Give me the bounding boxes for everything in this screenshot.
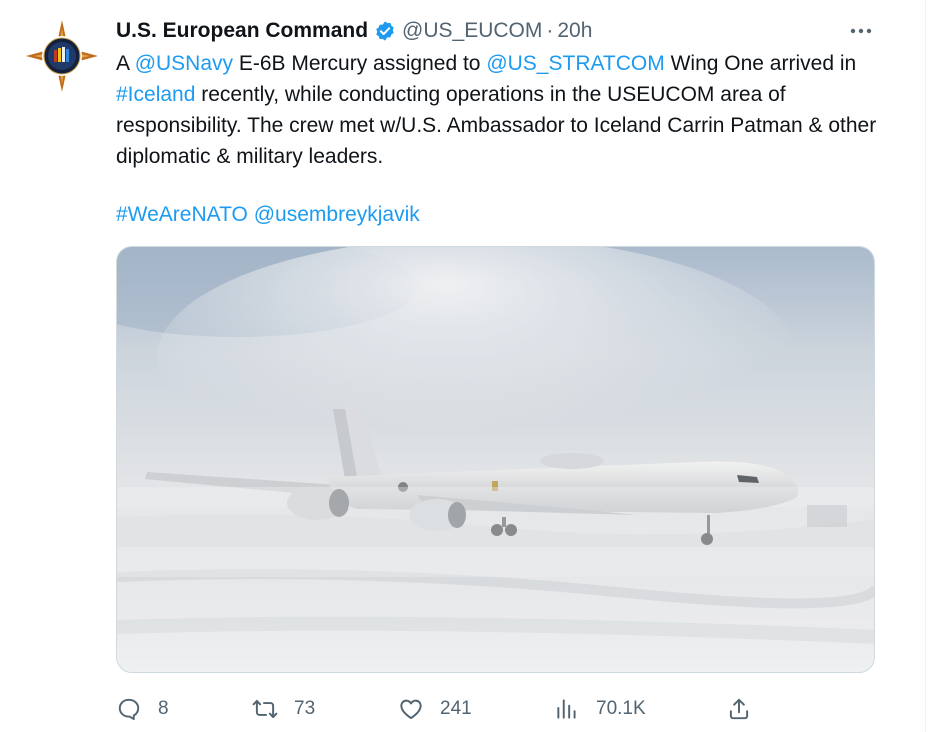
like-button[interactable]: 241 [398, 690, 472, 728]
timeline-divider [925, 0, 926, 732]
text-part: recently, while conducting operations in… [116, 83, 877, 168]
retweet-icon [252, 699, 278, 719]
text-part: E-6B Mercury assigned to [233, 52, 487, 75]
tweet-photo[interactable] [116, 246, 875, 673]
eucom-seal-icon [26, 20, 98, 92]
text-part: Wing One arrived in [664, 52, 857, 75]
separator-dot: · [546, 19, 554, 42]
share-icon [729, 698, 749, 720]
author-handle[interactable]: @US_EUCOM [402, 19, 542, 43]
retweet-button[interactable]: 73 [252, 690, 315, 728]
text-part: A [116, 52, 135, 75]
reply-button[interactable]: 8 [116, 690, 169, 728]
mention-us-stratcom[interactable]: @US_STRATCOM [486, 52, 664, 75]
avatar[interactable] [24, 18, 100, 94]
retweet-count: 73 [294, 698, 316, 719]
analytics-icon [557, 699, 576, 719]
like-count: 241 [440, 698, 472, 719]
hashtag-wearenato[interactable]: #WeAreNATO [116, 203, 248, 226]
tweet-card[interactable]: U.S. European Command @US_EUCOM · 20h A … [0, 0, 949, 732]
timestamp[interactable]: 20h [557, 19, 592, 43]
tweet-header: U.S. European Command @US_EUCOM · 20h [116, 16, 592, 46]
share-button[interactable] [726, 690, 752, 728]
reply-icon [118, 698, 140, 721]
mention-usembreykjavik[interactable]: @usembreykjavik [254, 203, 420, 226]
mention-usnavy[interactable]: @USNavy [135, 52, 233, 75]
verified-badge-icon [374, 20, 396, 42]
hashtag-iceland[interactable]: #Iceland [116, 83, 195, 106]
more-icon[interactable] [845, 16, 877, 46]
view-count: 70.1K [596, 698, 646, 719]
heart-icon [400, 699, 422, 719]
reply-count: 8 [158, 698, 169, 719]
tweet-tags: #WeAreNATO @usembreykjavik [116, 199, 420, 230]
author-name[interactable]: U.S. European Command [116, 19, 368, 43]
tweet-actions: 8 73 241 70.1K [116, 690, 876, 728]
aircraft-photo-icon [117, 247, 874, 672]
views-button[interactable]: 70.1K [554, 690, 646, 728]
tweet-text: A @USNavy E-6B Mercury assigned to @US_S… [116, 48, 896, 172]
